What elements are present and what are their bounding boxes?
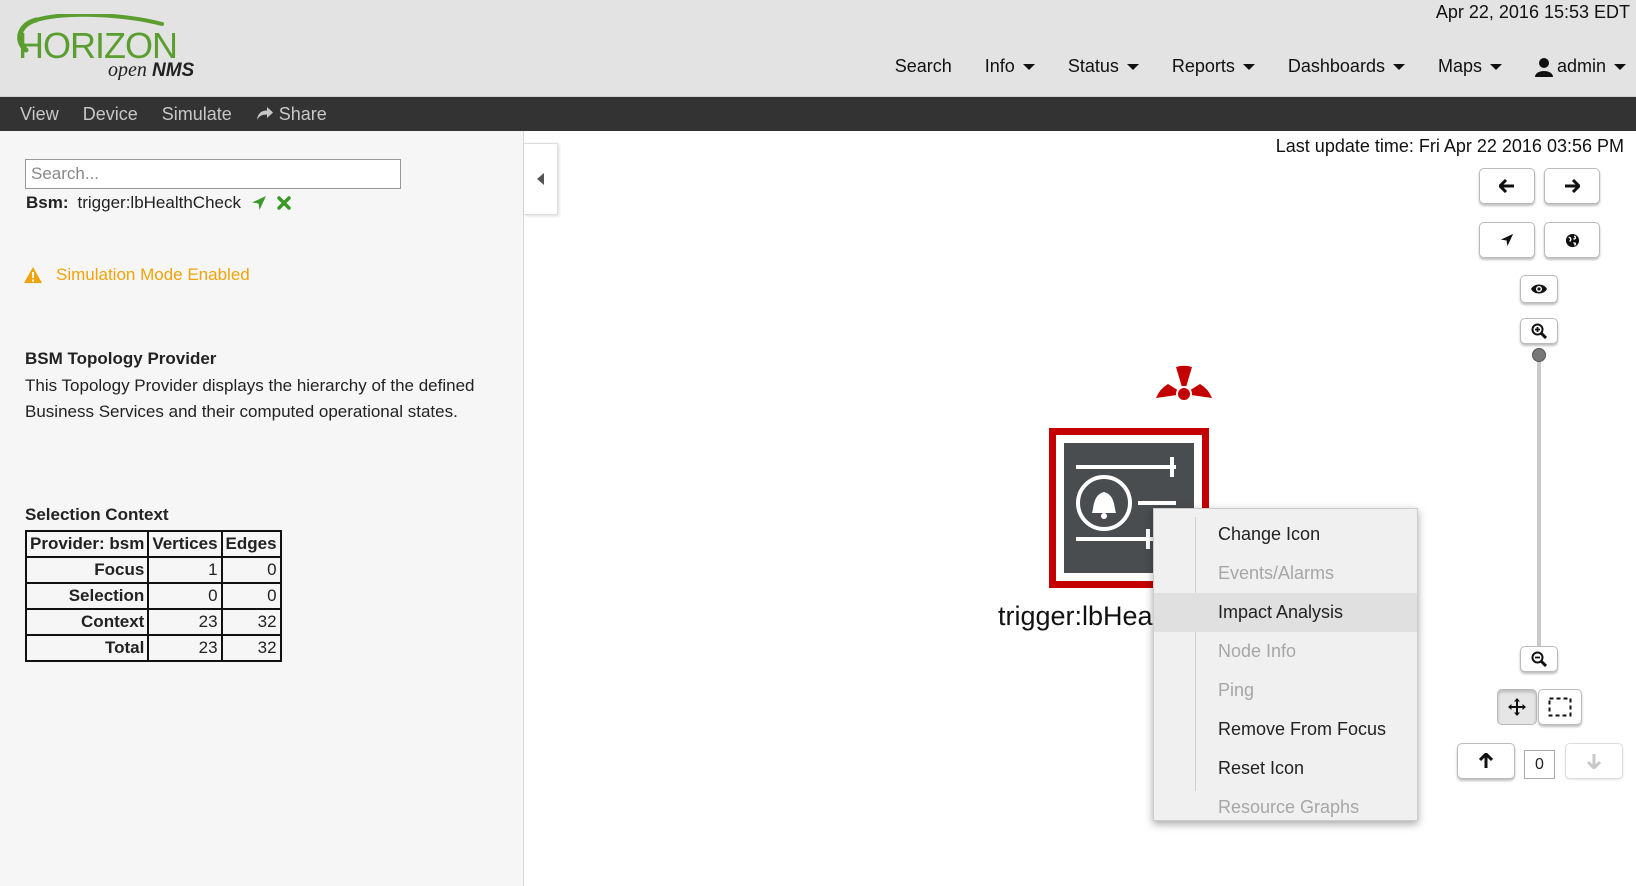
current-datetime: Apr 22, 2016 15:53 EDT bbox=[1435, 2, 1630, 22]
move-arrows-icon bbox=[1508, 698, 1526, 716]
svg-text:NMS: NMS bbox=[152, 60, 195, 80]
menu-item-change-icon[interactable]: Change Icon bbox=[1154, 515, 1417, 554]
location-arrow-icon[interactable] bbox=[251, 195, 267, 211]
nav-reports-dropdown[interactable]: Reports bbox=[1172, 56, 1255, 77]
edges-cell: 32 bbox=[220, 608, 282, 636]
semantic-zoom-level: 0 bbox=[1524, 750, 1555, 779]
menu-item-resource-graphs[interactable]: Resource Graphs bbox=[1154, 788, 1417, 827]
history-forward-button[interactable] bbox=[1544, 168, 1600, 204]
table-row: Context 23 32 bbox=[24, 608, 282, 636]
topology-menubar: View Device Simulate Share bbox=[0, 97, 1636, 131]
column-header: Vertices bbox=[147, 530, 223, 558]
focus-type-label: Bsm: bbox=[26, 193, 69, 212]
remove-focus-x-icon[interactable] bbox=[277, 196, 291, 210]
focus-criteria: Bsm: trigger:lbHealthCheck bbox=[26, 193, 291, 213]
caret-down-icon bbox=[1242, 63, 1255, 70]
menu-item-remove-from-focus[interactable]: Remove From Focus bbox=[1154, 710, 1417, 749]
table-row: Selection 0 0 bbox=[24, 582, 282, 610]
arrow-up-icon bbox=[1479, 753, 1493, 768]
menu-item-impact-analysis[interactable]: Impact Analysis bbox=[1154, 593, 1417, 632]
arrow-left-icon bbox=[1499, 179, 1514, 193]
caret-down-icon bbox=[1022, 63, 1035, 70]
caret-down-icon bbox=[1126, 63, 1139, 70]
info-panel: Bsm: trigger:lbHealthCheck Simulation Mo… bbox=[0, 131, 524, 886]
toggle-highlight-focus-button[interactable] bbox=[1520, 275, 1558, 303]
provider-title: BSM Topology Provider bbox=[25, 349, 217, 368]
row-label: Focus bbox=[24, 556, 150, 584]
top-header: HORIZON open NMS Apr 22, 2016 15:53 EDT … bbox=[0, 0, 1636, 97]
nav-maps-dropdown[interactable]: Maps bbox=[1438, 56, 1502, 77]
column-header: Provider: bsm bbox=[24, 530, 150, 558]
table-row: Total 23 32 bbox=[24, 634, 282, 662]
menu-share[interactable]: Share bbox=[256, 104, 327, 125]
simulation-mode-notice: Simulation Mode Enabled bbox=[24, 265, 250, 285]
menu-item-ping[interactable]: Ping bbox=[1154, 671, 1417, 710]
zoom-out-button[interactable] bbox=[1520, 646, 1558, 672]
nav-status-dropdown[interactable]: Status bbox=[1068, 56, 1139, 77]
vertices-cell: 1 bbox=[147, 556, 223, 584]
marquee-select-icon bbox=[1548, 697, 1572, 717]
menu-view[interactable]: View bbox=[20, 104, 59, 125]
select-mode-button[interactable] bbox=[1538, 689, 1582, 725]
semantic-zoom-up-button[interactable] bbox=[1457, 743, 1515, 779]
vertices-cell: 23 bbox=[147, 634, 223, 662]
zoom-in-icon bbox=[1531, 323, 1547, 339]
show-entire-map-button[interactable] bbox=[1544, 222, 1600, 258]
top-navigation: Search Info Status Reports Dashboards Ma… bbox=[862, 56, 1626, 77]
location-arrow-icon bbox=[1500, 233, 1514, 247]
user-menu-dropdown[interactable]: admin bbox=[1534, 56, 1626, 77]
selection-context-table: Provider: bsm Vertices Edges Focus 1 0 S… bbox=[24, 530, 282, 662]
nav-dashboards-dropdown[interactable]: Dashboards bbox=[1288, 56, 1405, 77]
horizon-opennms-logo[interactable]: HORIZON open NMS bbox=[12, 12, 212, 81]
share-icon bbox=[256, 107, 273, 120]
menu-item-node-info[interactable]: Node Info bbox=[1154, 632, 1417, 671]
last-update-time: Last update time: Fri Apr 22 2016 03:56 … bbox=[1275, 136, 1624, 156]
history-back-button[interactable] bbox=[1479, 168, 1535, 204]
edges-cell: 32 bbox=[220, 634, 282, 662]
provider-description: This Topology Provider displays the hier… bbox=[25, 376, 475, 421]
focus-value: trigger:lbHealthCheck bbox=[77, 193, 241, 212]
pan-mode-button[interactable] bbox=[1497, 689, 1537, 725]
semantic-zoom-down-button[interactable] bbox=[1565, 743, 1623, 779]
nav-search[interactable]: Search bbox=[895, 56, 952, 77]
warning-icon bbox=[24, 267, 42, 283]
table-row: Focus 1 0 bbox=[24, 556, 282, 584]
menu-device[interactable]: Device bbox=[83, 104, 138, 125]
zoom-slider-track[interactable] bbox=[1537, 356, 1541, 648]
vertices-cell: 0 bbox=[147, 582, 223, 610]
column-header: Edges bbox=[220, 530, 282, 558]
vertex-search-input[interactable] bbox=[25, 159, 401, 189]
nav-info-dropdown[interactable]: Info bbox=[985, 56, 1035, 77]
edges-cell: 0 bbox=[220, 582, 282, 610]
eye-icon bbox=[1531, 284, 1547, 294]
caret-down-icon bbox=[1392, 63, 1405, 70]
zoom-out-icon bbox=[1531, 651, 1547, 667]
caret-down-icon bbox=[1489, 63, 1502, 70]
table-header-row: Provider: bsm Vertices Edges bbox=[24, 530, 282, 558]
vertex-context-menu: Change Icon Events/Alarms Impact Analysi… bbox=[1153, 508, 1418, 821]
zoom-in-button[interactable] bbox=[1520, 318, 1558, 344]
arrow-down-icon bbox=[1587, 754, 1601, 769]
show-focus-vertices-button[interactable] bbox=[1479, 222, 1535, 258]
vertex-label[interactable]: trigger:lbHea bbox=[998, 601, 1153, 632]
menu-item-events-alarms[interactable]: Events/Alarms bbox=[1154, 554, 1417, 593]
critical-radiation-icon bbox=[1154, 364, 1214, 427]
caret-down-icon bbox=[1614, 63, 1626, 70]
menu-item-reset-icon[interactable]: Reset Icon bbox=[1154, 749, 1417, 788]
row-label: Selection bbox=[24, 582, 150, 610]
svg-text:open: open bbox=[108, 59, 147, 80]
edges-cell: 0 bbox=[220, 556, 282, 584]
arrow-right-icon bbox=[1565, 179, 1580, 193]
vertices-cell: 23 bbox=[147, 608, 223, 636]
row-label: Context bbox=[24, 608, 150, 636]
selection-context-title: Selection Context bbox=[25, 505, 169, 524]
user-icon bbox=[1534, 57, 1553, 77]
zoom-slider-handle[interactable] bbox=[1532, 348, 1546, 362]
menu-simulate[interactable]: Simulate bbox=[162, 104, 232, 125]
row-label: Total bbox=[24, 634, 150, 662]
globe-icon bbox=[1565, 233, 1579, 247]
